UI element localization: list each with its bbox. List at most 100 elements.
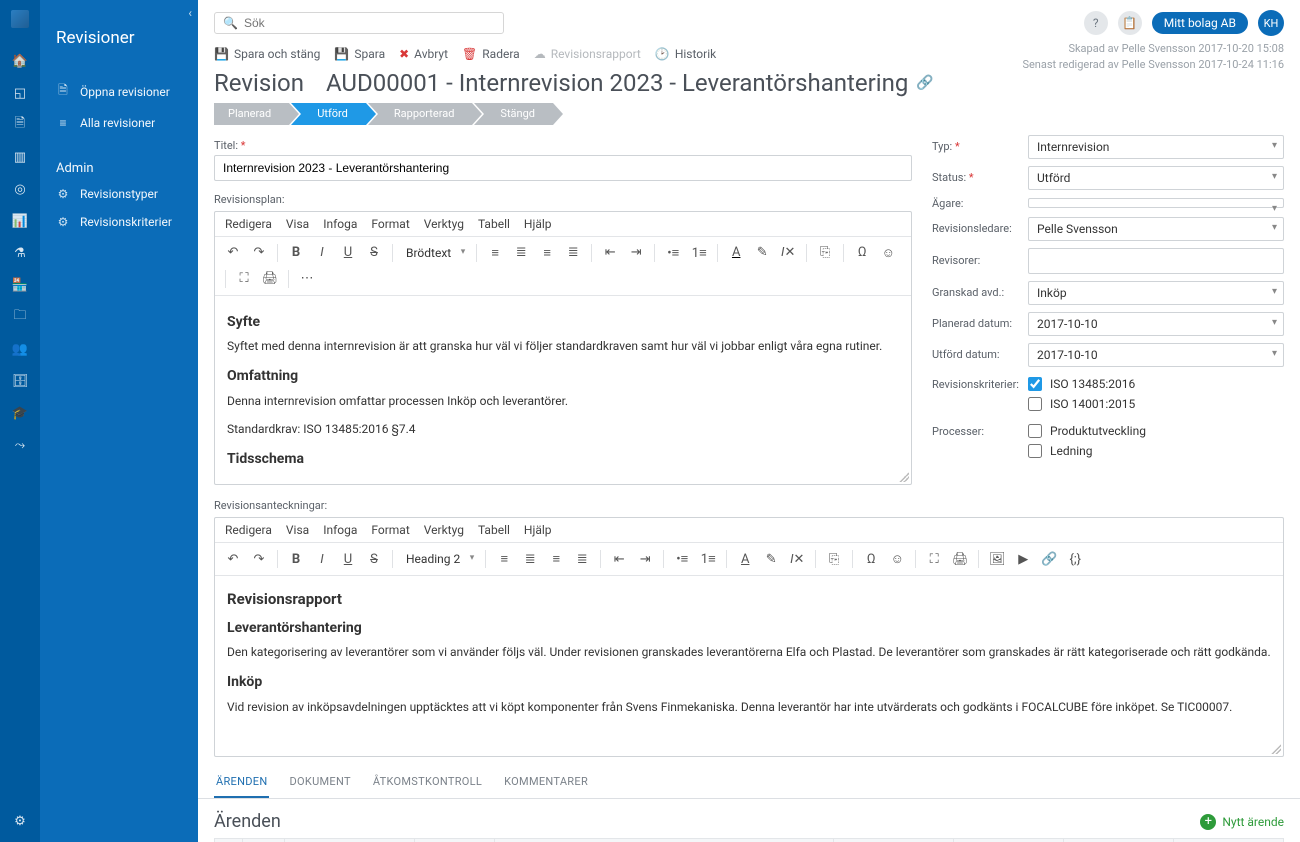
tab-access[interactable]: ÅTKOMSTKONTROLL xyxy=(371,769,484,798)
planned-date[interactable]: 2017-10-10 xyxy=(1028,312,1284,336)
settings-icon[interactable]: ⚙ xyxy=(11,812,29,830)
number-list-icon[interactable]: 1≡ xyxy=(687,241,711,265)
image-icon[interactable]: 🖼 xyxy=(985,547,1009,571)
sidebar-item-audit-types[interactable]: ⚙ Revisionstyper xyxy=(40,180,198,208)
omega-icon[interactable]: Ω xyxy=(859,547,883,571)
outdent-icon[interactable]: ⇤ xyxy=(607,547,631,571)
pagebreak-icon[interactable]: ⎘ xyxy=(822,547,846,571)
folder-icon[interactable]: 🗀 xyxy=(11,308,29,326)
sidebar-item-all-audits[interactable]: ≡ Alla revisioner xyxy=(40,109,198,137)
checkbox-icon[interactable] xyxy=(1028,424,1042,438)
plan-editor-body[interactable]: Syfte Syftet med denna internrevision är… xyxy=(215,296,911,485)
user-avatar[interactable]: KH xyxy=(1258,10,1284,36)
align-center-icon[interactable]: ≣ xyxy=(509,241,533,265)
pagebreak-icon[interactable]: ⎘ xyxy=(813,241,837,265)
italic-icon[interactable]: I xyxy=(310,241,334,265)
strike-icon[interactable]: S xyxy=(362,547,386,571)
indent-icon[interactable]: ⇥ xyxy=(624,241,648,265)
bold-icon[interactable]: B xyxy=(284,241,308,265)
menu-table[interactable]: Tabell xyxy=(478,217,510,231)
book-icon[interactable]: ▥ xyxy=(11,148,29,166)
redo-icon[interactable]: ↷ xyxy=(247,241,271,265)
menu-insert[interactable]: Infoga xyxy=(323,523,357,537)
print-icon[interactable]: 🖨 xyxy=(948,547,972,571)
highlight-icon[interactable]: ✎ xyxy=(759,547,783,571)
sidebar-item-audit-criteria[interactable]: ⚙ Revisionskriterier xyxy=(40,208,198,236)
number-list-icon[interactable]: 1≡ xyxy=(696,547,720,571)
bullet-list-icon[interactable]: •≡ xyxy=(661,241,685,265)
format-select[interactable]: Heading 2 xyxy=(399,549,479,569)
menu-format[interactable]: Format xyxy=(371,523,409,537)
clear-format-icon[interactable]: I✕ xyxy=(785,547,809,571)
align-left-icon[interactable]: ≡ xyxy=(483,241,507,265)
bullet-list-icon[interactable]: •≡ xyxy=(670,547,694,571)
omega-icon[interactable]: Ω xyxy=(850,241,874,265)
resize-handle-icon[interactable] xyxy=(1271,744,1281,754)
flask-icon[interactable]: ⚗ xyxy=(11,244,29,262)
fullscreen-icon[interactable]: ⛶ xyxy=(922,547,946,571)
dashboard-icon[interactable]: ◱ xyxy=(11,84,29,102)
auditors-input[interactable] xyxy=(1028,248,1284,274)
format-select[interactable]: Brödtext xyxy=(399,243,470,263)
menu-help[interactable]: Hjälp xyxy=(524,523,552,537)
resize-handle-icon[interactable] xyxy=(899,472,909,482)
chart-icon[interactable]: 📊 xyxy=(11,212,29,230)
cancel-button[interactable]: ✖Avbryt xyxy=(399,47,448,61)
more-icon[interactable]: ⋯ xyxy=(295,267,319,291)
people-icon[interactable]: 👥 xyxy=(11,340,29,358)
sidebar-item-open-audits[interactable]: 🗎 Öppna revisioner xyxy=(40,74,198,109)
new-case-button[interactable]: + Nytt ärende xyxy=(1200,814,1284,830)
menu-help[interactable]: Hjälp xyxy=(524,217,552,231)
type-select[interactable]: Internrevision xyxy=(1028,135,1284,159)
emoji-icon[interactable]: ☺ xyxy=(876,241,900,265)
indent-icon[interactable]: ⇥ xyxy=(633,547,657,571)
leader-select[interactable]: Pelle Svensson xyxy=(1028,217,1284,241)
history-button[interactable]: 🕑Historik xyxy=(655,47,716,61)
home-icon[interactable]: 🏠 xyxy=(11,52,29,70)
link-icon[interactable]: 🔗 xyxy=(1037,547,1061,571)
criteria-checkbox[interactable]: ISO 14001:2015 xyxy=(1028,394,1284,414)
underline-icon[interactable]: U xyxy=(336,241,360,265)
collapse-sidebar-icon[interactable]: ‹ xyxy=(188,6,192,20)
process-checkbox[interactable]: Produktutveckling xyxy=(1028,421,1284,441)
fullscreen-icon[interactable]: ⛶ xyxy=(232,267,256,291)
help-icon[interactable]: ? xyxy=(1084,11,1108,35)
search-box[interactable]: 🔍 xyxy=(214,12,504,34)
menu-view[interactable]: Visa xyxy=(286,523,309,537)
italic-icon[interactable]: I xyxy=(310,547,334,571)
notes-editor-body[interactable]: Revisionsrapport Leverantörshantering De… xyxy=(215,576,1283,756)
checkbox-icon[interactable] xyxy=(1028,397,1042,411)
stage-planned[interactable]: Planerad xyxy=(214,103,289,125)
tab-comments[interactable]: KOMMENTARER xyxy=(502,769,590,798)
menu-tools[interactable]: Verktyg xyxy=(424,523,464,537)
criteria-checkbox[interactable]: ISO 13485:2016 xyxy=(1028,374,1284,394)
archive-icon[interactable]: 🗄 xyxy=(11,372,29,390)
menu-insert[interactable]: Infoga xyxy=(323,217,357,231)
status-select[interactable]: Utförd xyxy=(1028,166,1284,190)
menu-table[interactable]: Tabell xyxy=(478,523,510,537)
highlight-icon[interactable]: ✎ xyxy=(750,241,774,265)
document-icon[interactable]: 🗎 xyxy=(11,116,29,134)
redo-icon[interactable]: ↷ xyxy=(247,547,271,571)
clipboard-icon[interactable]: 📋 xyxy=(1118,11,1142,35)
menu-edit[interactable]: Redigera xyxy=(225,217,272,231)
menu-edit[interactable]: Redigera xyxy=(225,523,272,537)
search-input[interactable] xyxy=(244,16,495,30)
flow-icon[interactable]: ⤳ xyxy=(11,436,29,454)
checkbox-icon[interactable] xyxy=(1028,377,1042,391)
menu-format[interactable]: Format xyxy=(371,217,409,231)
checkbox-icon[interactable] xyxy=(1028,444,1042,458)
text-color-icon[interactable]: A xyxy=(733,547,757,571)
process-checkbox[interactable]: Ledning xyxy=(1028,441,1284,461)
title-input[interactable] xyxy=(214,155,912,181)
align-right-icon[interactable]: ≡ xyxy=(544,547,568,571)
stage-done[interactable]: Utförd xyxy=(291,103,366,125)
align-justify-icon[interactable]: ≣ xyxy=(561,241,585,265)
code-icon[interactable]: {;} xyxy=(1063,547,1087,571)
tab-documents[interactable]: DOKUMENT xyxy=(287,769,352,798)
dept-select[interactable]: Inköp xyxy=(1028,281,1284,305)
owner-select[interactable] xyxy=(1028,198,1284,208)
align-right-icon[interactable]: ≡ xyxy=(535,241,559,265)
audit-icon[interactable]: ◎ xyxy=(11,180,29,198)
align-justify-icon[interactable]: ≣ xyxy=(570,547,594,571)
